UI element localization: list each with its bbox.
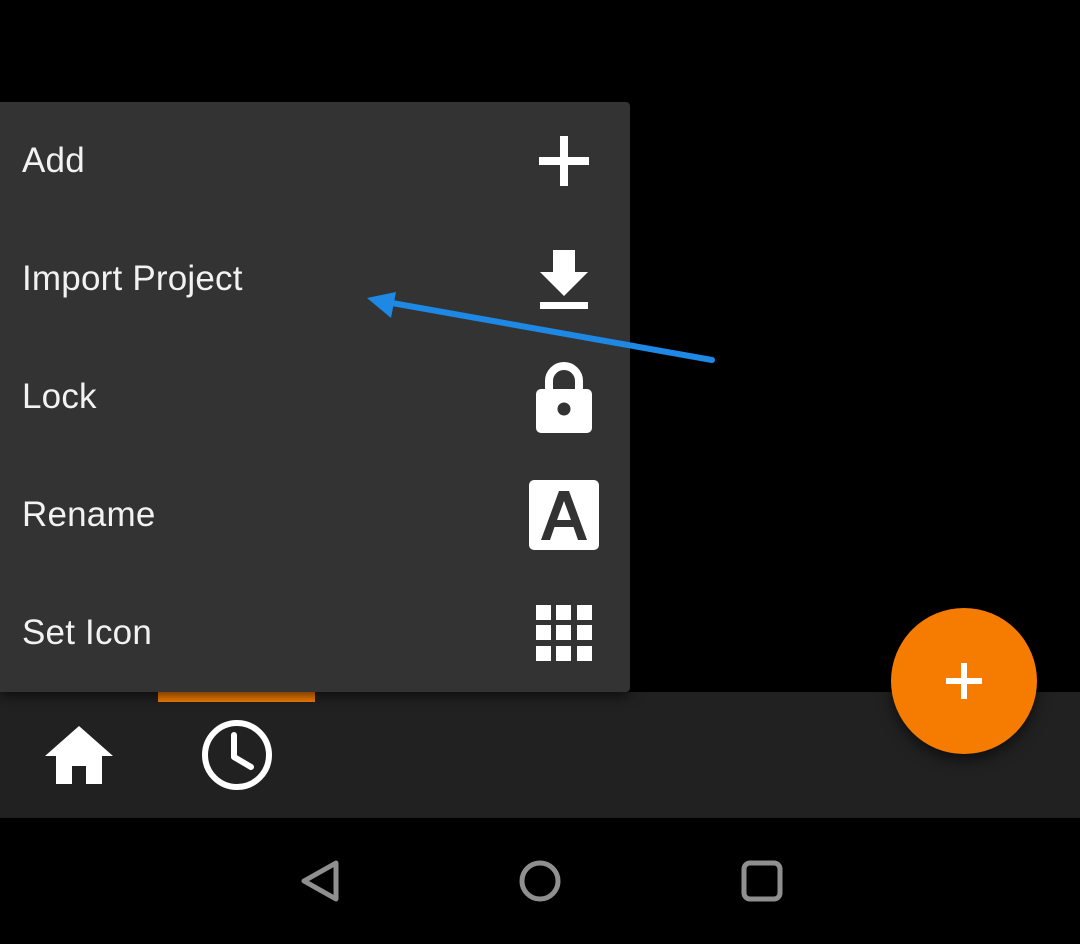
menu-item-label: Lock xyxy=(22,377,97,416)
menu-item-label: Import Project xyxy=(22,259,243,298)
menu-item-import-project[interactable]: Import Project xyxy=(0,220,630,338)
menu-item-label: Rename xyxy=(22,495,156,534)
system-navigation-bar xyxy=(0,818,1080,944)
popup-menu: Add Import Project Lock Rename Set Icon xyxy=(0,102,630,692)
download-icon xyxy=(528,243,600,315)
rename-a-icon xyxy=(528,479,600,551)
screen: Add Import Project Lock Rename Set Icon xyxy=(0,0,1080,944)
selected-tab-indicator xyxy=(158,692,315,702)
back-triangle-icon xyxy=(301,860,339,902)
menu-item-add[interactable]: Add xyxy=(0,102,630,220)
menu-item-rename[interactable]: Rename xyxy=(0,456,630,574)
lock-icon xyxy=(528,361,600,433)
menu-item-lock[interactable]: Lock xyxy=(0,338,630,456)
recents-square-icon xyxy=(741,860,783,902)
plus-icon xyxy=(528,125,600,197)
back-button[interactable] xyxy=(290,851,350,911)
recents-button[interactable] xyxy=(732,851,792,911)
tab-home[interactable] xyxy=(0,692,157,818)
tab-recent[interactable] xyxy=(158,692,315,818)
home-circle-icon xyxy=(519,860,561,902)
add-fab-button[interactable] xyxy=(891,608,1037,754)
home-icon xyxy=(44,726,113,784)
clock-icon xyxy=(201,720,272,790)
menu-item-set-icon[interactable]: Set Icon xyxy=(0,574,630,692)
menu-item-label: Add xyxy=(22,141,85,180)
grid-icon xyxy=(528,597,600,669)
home-button[interactable] xyxy=(510,851,570,911)
menu-item-label: Set Icon xyxy=(22,613,153,652)
plus-icon xyxy=(946,663,982,699)
